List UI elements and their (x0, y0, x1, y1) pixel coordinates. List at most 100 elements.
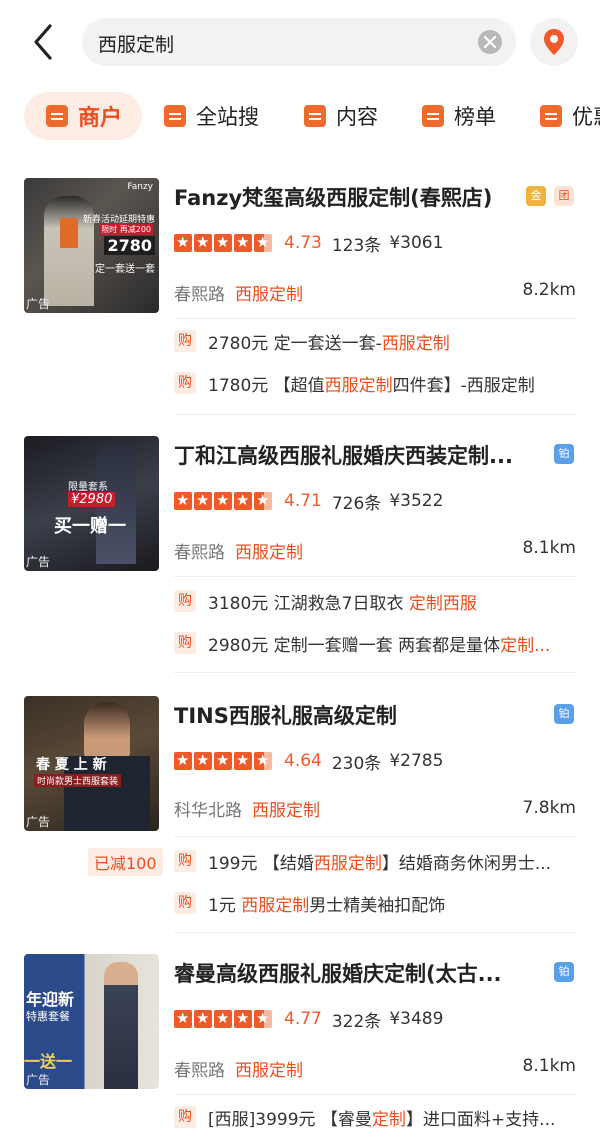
shop-title[interactable]: 丁和江高级西服礼服婚庆西装定制... (174, 440, 534, 470)
tab-content[interactable]: 内容 (304, 92, 378, 140)
deal-item[interactable]: 购 3180元 江湖救急7日取衣 定制西服 (174, 588, 477, 614)
distance: 7.8km (522, 798, 576, 818)
avg-price: ¥3522 (389, 491, 444, 511)
deal-highlight: 西服定制 (324, 375, 393, 396)
promo-price: ¥2980 (68, 492, 116, 507)
location-pin-icon[interactable] (530, 18, 578, 66)
promo-text: 年迎新 (26, 990, 75, 1009)
star-icon (234, 1009, 252, 1028)
deal-text-part: [西服]3999元 【睿曼 (208, 1109, 372, 1130)
search-input[interactable]: 西服定制 (82, 18, 516, 66)
model-figure (84, 702, 130, 762)
deal-highlight: 西服定制 (381, 333, 450, 354)
promo-slogan: 买一赠一 (54, 516, 126, 537)
deal-text: [西服]3999元 【睿曼定制】进口面料+支持... (208, 1105, 555, 1130)
review-count: 322条 (331, 1011, 382, 1032)
star-icon (174, 233, 192, 252)
deal-highlight: 西服定制 (313, 853, 382, 874)
tab-label: 商户 (78, 106, 123, 131)
ad-label: 广告 (26, 1073, 51, 1087)
promo-slogan: 春 夏 上 新 (36, 757, 107, 773)
list-item[interactable]: 年迎新 特惠套餐 一送一 广告 睿曼高级西服礼服婚庆定制(太古... 铂 4.7… (0, 952, 600, 1133)
tab-site-search[interactable]: 全站搜 (164, 92, 259, 140)
divider (174, 318, 576, 319)
avg-price: ¥3061 (389, 233, 444, 253)
half-star-icon (254, 491, 272, 510)
verified-icon: 铂 (554, 704, 574, 724)
deal-item[interactable]: 购 1780元 【超值西服定制四件套】-西服定制 (174, 370, 535, 396)
coupon-icon (540, 105, 562, 127)
shop-title[interactable]: TINS西服礼服高级定制 (174, 700, 534, 730)
deal-text-part: 3180元 江湖救急7日取衣 (208, 593, 409, 614)
shop-title[interactable]: Fanzy梵玺高级西服定制(春熙店) (174, 182, 514, 212)
deal-text: 2780元 定一套送一套-西服定制 (208, 329, 450, 354)
star-icon (234, 751, 252, 770)
distance: 8.2km (522, 280, 576, 300)
deal-highlight: 定制... (500, 635, 551, 656)
deal-text-part: 】结婚商务休闲男士... (381, 853, 552, 874)
score: 4.73 (284, 233, 322, 253)
clear-icon[interactable] (478, 30, 502, 54)
tab-label: 优惠 (572, 105, 600, 129)
deal-text-part: 四件套】-西服定制 (392, 375, 535, 396)
tab-label: 内容 (336, 105, 378, 129)
promo-slogan: 定一套送一套 (95, 264, 155, 275)
buy-tag: 购 (174, 1106, 196, 1128)
document-icon (164, 105, 186, 127)
tab-merchant[interactable]: 商户 (24, 92, 143, 140)
star-icon (194, 491, 212, 510)
distance: 8.1km (522, 538, 576, 558)
category-name: 西服定制 (252, 801, 320, 821)
half-star-icon (254, 233, 272, 252)
deal-item[interactable]: 购 2780元 定一套送一套-西服定制 (174, 328, 450, 354)
star-rating (174, 1009, 274, 1028)
brand-text: Fanzy (127, 182, 153, 192)
model-figure (104, 962, 138, 1089)
deal-text-part: 2780元 定一套送一套- (208, 333, 382, 354)
ad-label: 广告 (26, 555, 51, 569)
deal-text: 1元 西服定制男士精美袖扣配饰 (208, 891, 445, 916)
divider (174, 672, 576, 673)
promo-price: 2780 (104, 236, 155, 255)
discount-badge: 已减100 (88, 848, 163, 876)
deal-highlight: 定制西服 (408, 593, 477, 614)
deal-text-part: 2980元 定制一套赠一套 两套都是量体 (208, 635, 501, 656)
deal-text: 1780元 【超值西服定制四件套】-西服定制 (208, 371, 535, 396)
deal-highlight: 西服定制 (241, 895, 310, 916)
area-name: 春熙路 (174, 543, 225, 563)
deal-item[interactable]: 购 199元 【结婚西服定制】结婚商务休闲男士... (174, 848, 551, 874)
deal-text-part: 1780元 【超值 (208, 375, 325, 396)
deal-text-part: 男士精美袖扣配饰 (309, 895, 446, 916)
back-arrow-icon[interactable] (26, 20, 66, 64)
deal-text: 3180元 江湖救急7日取衣 定制西服 (208, 589, 477, 614)
area-name: 春熙路 (174, 1061, 225, 1081)
shop-thumbnail: 年迎新 特惠套餐 一送一 广告 (24, 954, 159, 1089)
rating-row: 4.77 322条 ¥3489 (174, 1006, 443, 1032)
list-item[interactable]: 限量套系 ¥2980 买一赠一 广告 丁和江高级西服礼服婚庆西装定制... 铂 … (0, 434, 600, 684)
ad-label: 广告 (26, 815, 51, 829)
star-icon (174, 491, 192, 510)
list-item[interactable]: Fanzy 新春活动延期特惠 限时 再减200 2780 定一套送一套 广告 F… (0, 176, 600, 426)
area-name: 科华北路 (174, 801, 242, 821)
star-icon (234, 233, 252, 252)
star-rating (174, 751, 274, 770)
category-name: 西服定制 (235, 543, 303, 563)
score: 4.77 (284, 1009, 322, 1029)
deal-highlight: 定制 (371, 1109, 406, 1130)
category-name: 西服定制 (235, 1061, 303, 1081)
list-item[interactable]: 春 夏 上 新 时尚款男士西服套装 广告 TINS西服礼服高级定制 铂 4.64… (0, 694, 600, 944)
buy-tag: 购 (174, 632, 196, 654)
shop-title[interactable]: 睿曼高级西服礼服婚庆定制(太古... (174, 958, 534, 988)
tab-discount[interactable]: 优惠 (540, 92, 600, 140)
deal-item[interactable]: 购 1元 西服定制男士精美袖扣配饰 (174, 890, 445, 916)
filter-tabs: 商户 全站搜 内容 榜单 优惠 (0, 92, 600, 140)
top-bar: 西服定制 (0, 0, 600, 84)
deal-text-part: 】进口面料+支持... (405, 1109, 556, 1130)
tab-ranking[interactable]: 榜单 (422, 92, 496, 140)
score: 4.71 (284, 491, 322, 511)
distance: 8.1km (522, 1056, 576, 1076)
deal-item[interactable]: 购 [西服]3999元 【睿曼定制】进口面料+支持... (174, 1104, 555, 1130)
buy-tag: 购 (174, 590, 196, 612)
deal-item[interactable]: 购 2980元 定制一套赠一套 两套都是量体定制... (174, 630, 550, 656)
shop-thumbnail: 春 夏 上 新 时尚款男士西服套装 广告 (24, 696, 159, 831)
